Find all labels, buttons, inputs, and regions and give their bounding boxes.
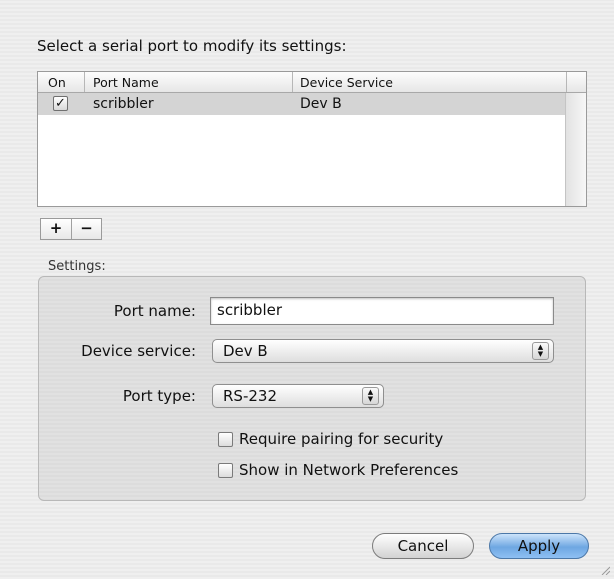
serial-port-table[interactable]: On Port Name Device Service ✓ scribbler … [37, 71, 587, 207]
require-pairing-label: Require pairing for security [239, 430, 444, 448]
require-pairing-checkbox[interactable] [218, 431, 233, 447]
table-header: On Port Name Device Service [38, 72, 586, 93]
row-enabled-checkbox[interactable]: ✓ [53, 96, 68, 111]
device-service-cell: Dev B [300, 96, 342, 112]
port-type-popup[interactable]: RS-232 ▲ ▼ [212, 384, 384, 408]
port-type-value: RS-232 [223, 387, 277, 405]
device-service-popup[interactable]: Dev B ▲ ▼ [212, 339, 554, 363]
apply-button[interactable]: Apply [489, 533, 589, 559]
column-header-device-service[interactable]: Device Service [300, 75, 393, 90]
table-scrollbar[interactable] [565, 93, 586, 206]
show-in-network-label: Show in Network Preferences [239, 461, 459, 479]
table-row[interactable]: ✓ scribbler Dev B [38, 93, 565, 115]
add-port-button[interactable]: + [41, 219, 71, 239]
port-name-label: Port name: [113, 302, 196, 320]
port-name-cell: scribbler [93, 96, 154, 112]
show-in-network-checkbox[interactable] [218, 462, 233, 478]
remove-port-button[interactable]: − [71, 219, 101, 239]
settings-section-label: Settings: [48, 259, 106, 274]
column-divider [566, 72, 567, 92]
resize-grip-icon[interactable] [600, 565, 610, 575]
port-type-label: Port type: [122, 387, 196, 405]
column-header-on[interactable]: On [48, 75, 66, 90]
show-in-network-option[interactable]: Show in Network Preferences [218, 461, 458, 479]
cancel-button[interactable]: Cancel [372, 533, 474, 559]
instruction-text: Select a serial port to modify its setti… [37, 37, 347, 55]
device-service-value: Dev B [223, 342, 268, 360]
port-name-field[interactable]: scribbler [210, 297, 554, 325]
column-header-port-name[interactable]: Port Name [93, 75, 159, 90]
device-service-label: Device service: [81, 342, 196, 360]
require-pairing-option[interactable]: Require pairing for security [218, 430, 443, 448]
add-remove-bar: + − [40, 218, 102, 240]
column-divider [292, 72, 293, 92]
popup-arrows-icon: ▲ ▼ [532, 342, 549, 360]
popup-arrows-icon: ▲ ▼ [362, 387, 379, 405]
column-divider [84, 72, 85, 92]
